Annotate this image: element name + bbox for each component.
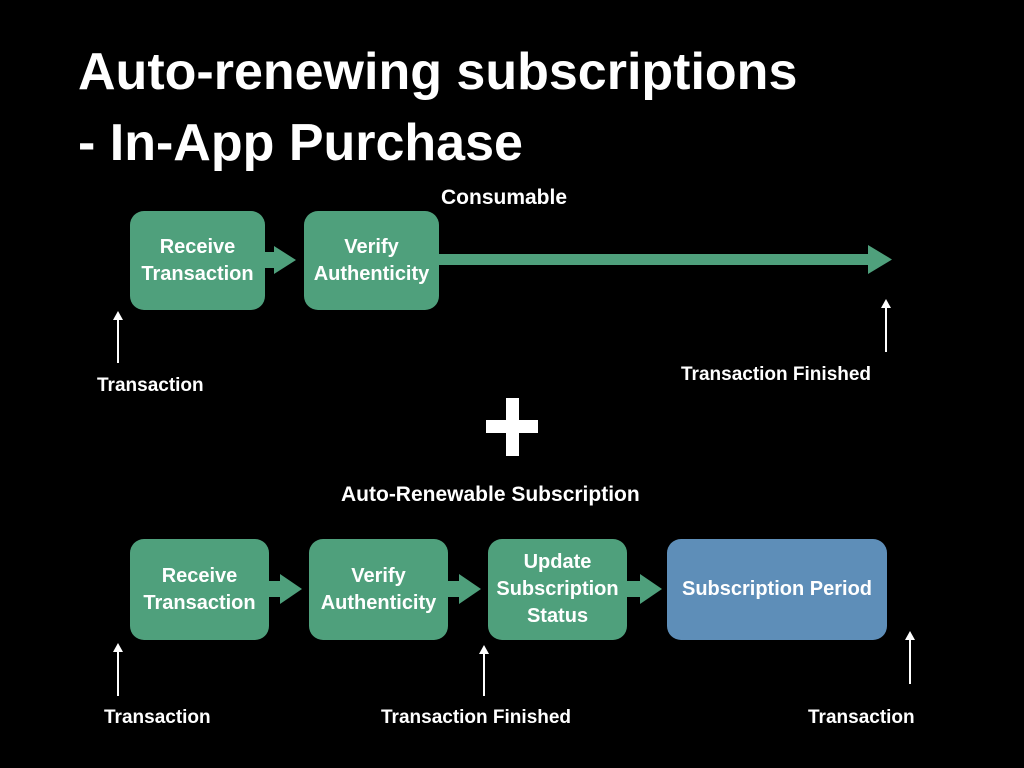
box-text-line: Status (526, 605, 589, 627)
subscription-start-marker-arrow (113, 643, 123, 696)
subscription-end-caption: Transaction (808, 707, 915, 728)
consumable-end-caption: Transaction Finished (681, 364, 872, 385)
box-text-line: Transaction (143, 591, 256, 614)
subscription-label: Auto-Renewable Subscription (341, 483, 640, 506)
subscription-receive-transaction-box: Receive Transaction (130, 539, 269, 640)
box-text-line: Subscription Period (681, 578, 873, 600)
box-text-line: Subscription (496, 578, 619, 600)
subscription-period-box: Subscription Period (667, 539, 887, 640)
plus-icon (486, 398, 538, 456)
consumable-end-marker-arrow (881, 299, 891, 352)
consumable-verify-authenticity-box: Verify Authenticity (304, 211, 439, 310)
consumable-start-caption: Transaction (97, 375, 204, 396)
subscription-middle-caption: Transaction Finished (381, 707, 572, 728)
subscription-update-status-box: Update Subscription Status (488, 539, 627, 640)
box-text-line: Receive (161, 564, 238, 587)
subscription-middle-marker-arrow (479, 645, 489, 696)
consumable-start-marker-arrow (113, 311, 123, 363)
consumable-receive-transaction-box: Receive Transaction (130, 211, 265, 310)
consumable-arrow-receive-to-verify (264, 246, 296, 274)
consumable-label: Consumable (441, 186, 568, 209)
box-text-line: Verify (344, 235, 399, 258)
box-text-line: Update (523, 551, 592, 573)
slide-title-line-1: Auto-renewing subscriptions (78, 43, 798, 101)
box-text-line: Verify (351, 564, 406, 587)
box-text-line: Receive (159, 235, 236, 258)
slide-title-line-2: - In-App Purchase (78, 114, 523, 172)
subscription-start-caption: Transaction (104, 707, 211, 728)
consumable-arrow-verify-to-finish (438, 245, 892, 274)
subscription-arrow-3 (626, 574, 662, 604)
subscription-verify-authenticity-box: Verify Authenticity (309, 539, 448, 640)
subscription-arrow-2 (447, 574, 481, 604)
box-text-line: Transaction (141, 262, 254, 285)
box-text-line: Authenticity (313, 262, 430, 285)
subscription-end-marker-arrow (905, 631, 915, 684)
subscription-arrow-1 (268, 574, 302, 604)
box-text-line: Authenticity (320, 591, 437, 614)
